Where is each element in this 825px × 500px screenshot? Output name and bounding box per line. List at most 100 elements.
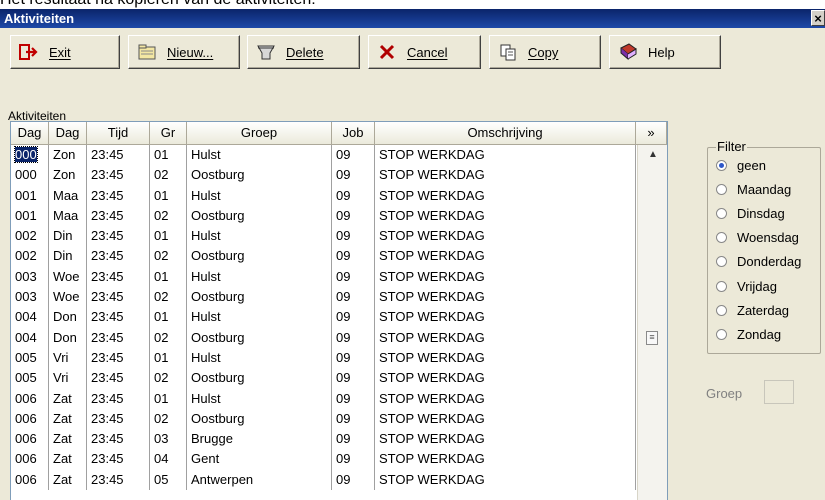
table-cell: STOP WERKDAG (375, 226, 636, 247)
cell-text: 23:45 (91, 349, 124, 365)
radio-button-icon[interactable] (716, 183, 727, 195)
radio-button-icon[interactable] (716, 256, 727, 268)
table-row[interactable]: 004 Don 23:45 02 Oostburg 09 STOP WERKDAG (11, 327, 636, 348)
column-header-tijd[interactable]: Tijd (87, 122, 150, 145)
radio-button-icon[interactable] (716, 159, 727, 171)
column-header-job[interactable]: Job (332, 122, 375, 145)
table-cell: Don (49, 327, 87, 348)
table-row[interactable]: 003 Woe 23:45 02 Oostburg 09 STOP WERKDAG (11, 287, 636, 308)
column-header-omschrijving[interactable]: Omschrijving (375, 122, 636, 145)
table-cell: Zat (49, 429, 87, 450)
table-cell: 01 (150, 145, 187, 166)
filter-radio-woensdag[interactable]: Woensdag (716, 229, 799, 247)
cell-text: 02 (154, 329, 169, 345)
cell-text: Vri (53, 370, 69, 386)
cell-text: STOP WERKDAG (379, 268, 485, 284)
nieuw-button[interactable]: Nieuw... (128, 35, 240, 69)
table-cell: 000 (11, 165, 49, 186)
table-row[interactable]: 004 Don 23:45 01 Hulst 09 STOP WERKDAG (11, 307, 636, 328)
radio-button-icon[interactable] (716, 232, 727, 244)
table-row[interactable]: 005 Vri 23:45 01 Hulst 09 STOP WERKDAG (11, 347, 636, 369)
groep-field[interactable] (764, 380, 794, 404)
table-cell: 006 (11, 469, 49, 491)
filter-radio-geen[interactable]: geen (716, 156, 766, 174)
table-cell: 005 (11, 368, 49, 389)
cancel-label: Cancel (407, 44, 448, 60)
table-cell: Vri (49, 347, 87, 369)
radio-button-icon[interactable] (716, 304, 727, 316)
cell-text: STOP WERKDAG (379, 410, 485, 426)
column-chooser-button[interactable]: » (636, 122, 667, 145)
filter-radio-vrijdag[interactable]: Vrijdag (716, 277, 777, 295)
table-cell: Maa (49, 185, 87, 206)
table-cell: Hulst (187, 266, 332, 288)
table-cell: STOP WERKDAG (375, 185, 636, 206)
table-row[interactable]: 002 Din 23:45 02 Oostburg 09 STOP WERKDAG (11, 246, 636, 267)
table-row[interactable]: 000 Zon 23:45 01 Hulst 09 STOP WERKDAG (11, 145, 636, 166)
filter-legend: Filter (716, 139, 747, 154)
table-row[interactable]: 000 Zon 23:45 02 Oostburg 09 STOP WERKDAG (11, 165, 636, 186)
cell-text: STOP WERKDAG (379, 370, 485, 386)
cell-text: 09 (336, 248, 351, 264)
table-cell: 02 (150, 205, 187, 227)
radio-button-icon[interactable] (716, 207, 727, 219)
cell-text: 02 (154, 167, 169, 183)
delete-button[interactable]: Delete (247, 35, 360, 69)
cell-text: Antwerpen (191, 471, 254, 487)
cell-text: 09 (336, 410, 351, 426)
cell-text: 04 (154, 451, 169, 467)
column-header-dag-nr[interactable]: Dag (11, 122, 49, 145)
radio-button-icon[interactable] (716, 280, 727, 292)
filter-radio-maandag[interactable]: Maandag (716, 180, 791, 198)
filter-radio-zaterdag[interactable]: Zaterdag (716, 301, 789, 319)
activities-grid[interactable]: Dag Dag Tijd Gr Groep Job Omschrijving »… (10, 121, 668, 500)
table-row[interactable]: 002 Din 23:45 01 Hulst 09 STOP WERKDAG (11, 226, 636, 247)
copy-button[interactable]: Copy (489, 35, 601, 69)
table-cell: 09 (332, 205, 375, 227)
table-row[interactable]: 006 Zat 23:45 01 Hulst 09 STOP WERKDAG (11, 388, 636, 409)
filter-radio-zondag[interactable]: Zondag (716, 325, 781, 343)
table-row[interactable]: 006 Zat 23:45 05 Antwerpen 09 STOP WERKDAG (11, 469, 636, 491)
vertical-scrollbar[interactable]: ▲ ≡ (637, 145, 667, 500)
cell-text: 09 (336, 268, 351, 284)
exit-button[interactable]: Exit (10, 35, 120, 69)
cell-text: 006 (15, 471, 37, 487)
cell-text: STOP WERKDAG (379, 289, 485, 305)
table-cell: 006 (11, 429, 49, 450)
column-header-gr[interactable]: Gr (150, 122, 187, 145)
cell-text: 005 (15, 370, 37, 386)
table-row[interactable]: 001 Maa 23:45 01 Hulst 09 STOP WERKDAG (11, 185, 636, 206)
cell-text: 02 (154, 289, 169, 305)
table-row[interactable]: 006 Zat 23:45 04 Gent 09 STOP WERKDAG (11, 449, 636, 470)
column-header-dag[interactable]: Dag (49, 122, 87, 145)
table-cell: 002 (11, 226, 49, 247)
table-cell: Oostburg (187, 408, 332, 430)
help-button[interactable]: Help (609, 35, 721, 69)
cell-text: Zon (53, 147, 76, 162)
table-row[interactable]: 005 Vri 23:45 02 Oostburg 09 STOP WERKDAG (11, 368, 636, 389)
cell-text: Maa (53, 187, 79, 203)
table-row[interactable]: 003 Woe 23:45 01 Hulst 09 STOP WERKDAG (11, 266, 636, 288)
scroll-up-icon[interactable]: ▲ (638, 145, 667, 165)
table-cell: 003 (11, 287, 49, 308)
cancel-button[interactable]: Cancel (368, 35, 481, 69)
scroll-thumb[interactable]: ≡ (646, 331, 658, 345)
table-row[interactable]: 006 Zat 23:45 02 Oostburg 09 STOP WERKDAG (11, 408, 636, 430)
close-button[interactable]: × (811, 10, 825, 26)
cell-text: 23:45 (91, 207, 124, 223)
cell-text: Maa (53, 207, 79, 223)
table-cell: STOP WERKDAG (375, 449, 636, 470)
cell-text: 23:45 (91, 390, 124, 406)
filter-radio-dinsdag[interactable]: Dinsdag (716, 204, 785, 222)
column-header-groep[interactable]: Groep (187, 122, 332, 145)
table-cell: STOP WERKDAG (375, 327, 636, 348)
filter-radio-donderdag[interactable]: Donderdag (716, 253, 801, 271)
table-cell: Gent (187, 449, 332, 470)
cell-text: 02 (154, 410, 169, 426)
table-cell: Oostburg (187, 165, 332, 186)
table-cell: STOP WERKDAG (375, 408, 636, 430)
radio-button-icon[interactable] (716, 328, 727, 340)
table-row[interactable]: 006 Zat 23:45 03 Brugge 09 STOP WERKDAG (11, 429, 636, 450)
table-cell: 006 (11, 449, 49, 470)
table-row[interactable]: 001 Maa 23:45 02 Oostburg 09 STOP WERKDAG (11, 205, 636, 227)
